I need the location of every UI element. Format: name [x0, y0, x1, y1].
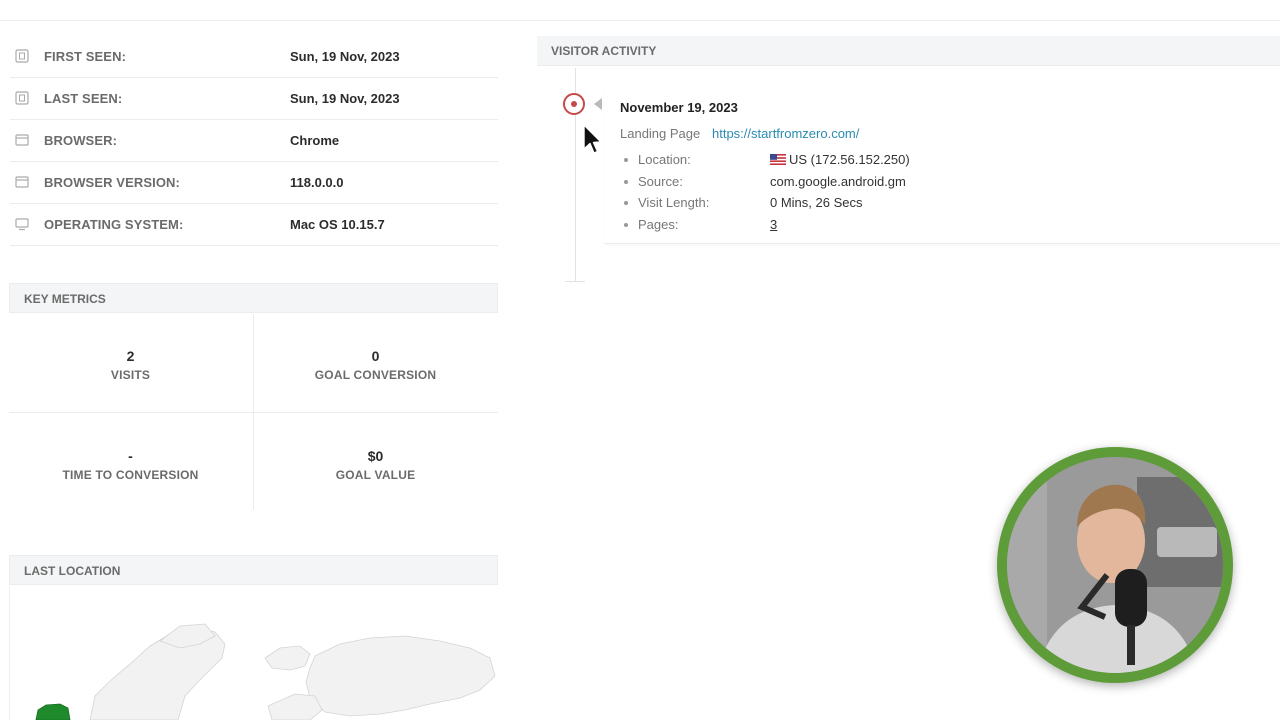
visitor-activity-header: VISITOR ACTIVITY — [537, 36, 1280, 66]
mouse-cursor-icon — [583, 124, 602, 154]
metric-time-to-conversion: - TIME TO CONVERSION — [9, 414, 252, 511]
us-highlight-region — [35, 703, 71, 721]
bullet — [624, 201, 628, 205]
activity-entry-card: November 19, 2023 Landing Page https://s… — [604, 89, 1280, 244]
stat-key: Pages: — [638, 216, 679, 232]
card-pointer — [594, 98, 602, 110]
stat-location: Location: US (172.56.152.250) — [620, 151, 1240, 173]
detail-label: LAST SEEN: — [44, 91, 123, 106]
activity-stats: Location: US (172.56.152.250) Source: co… — [620, 151, 1240, 237]
metric-value: - — [128, 448, 133, 464]
metrics-divider — [9, 412, 498, 413]
detail-row-first-seen: FIRST SEEN: Sun, 19 Nov, 2023 — [10, 36, 498, 78]
us-flag-icon — [770, 154, 786, 165]
key-metrics-grid: 2 VISITS 0 GOAL CONVERSION - TIME TO CON… — [9, 314, 498, 510]
detail-label: BROWSER VERSION: — [44, 175, 180, 190]
landing-page-link[interactable]: https://startfromzero.com/ — [712, 126, 859, 141]
detail-value: Chrome — [290, 133, 340, 148]
webcam-overlay — [997, 447, 1233, 683]
activity-date: November 19, 2023 — [620, 100, 738, 115]
presenter-video — [1007, 457, 1223, 673]
metric-value: 0 — [371, 348, 380, 364]
stat-visit-length: Visit Length: 0 Mins, 26 Secs — [620, 194, 1240, 216]
stat-value: US (172.56.152.250) — [770, 152, 910, 167]
last-location-header: LAST LOCATION — [9, 555, 498, 585]
metric-value: $0 — [367, 448, 384, 464]
stat-key: Location: — [638, 152, 691, 167]
calendar-icon — [15, 49, 29, 63]
bullet — [624, 222, 628, 227]
metric-label: GOAL CONVERSION — [314, 368, 437, 382]
landing-page-label: Landing Page — [620, 126, 701, 141]
calendar-icon — [15, 91, 29, 105]
detail-label: BROWSER: — [44, 133, 118, 148]
metric-goal-conversion: 0 GOAL CONVERSION — [254, 314, 497, 411]
bullet — [624, 179, 628, 184]
detail-label: OPERATING SYSTEM: — [44, 217, 184, 232]
detail-label: FIRST SEEN: — [44, 49, 126, 64]
timeline-end — [565, 281, 585, 282]
location-value: US (172.56.152.250) — [789, 152, 910, 167]
visitor-details: FIRST SEEN: Sun, 19 Nov, 2023 LAST SEEN:… — [10, 36, 498, 246]
browser-icon — [15, 134, 29, 146]
detail-value: Sun, 19 Nov, 2023 — [290, 49, 400, 64]
stat-value: 0 Mins, 26 Secs — [770, 195, 863, 210]
detail-value: 118.0.0.0 — [290, 175, 344, 190]
presenter-illustration — [1007, 457, 1223, 673]
bullet — [624, 158, 628, 162]
stat-key: Source: — [638, 173, 683, 189]
detail-row-browser-version: BROWSER VERSION: 118.0.0.0 — [10, 162, 498, 204]
stat-value: com.google.android.gm — [770, 173, 906, 189]
top-divider — [0, 20, 1280, 21]
world-map-graphic — [35, 623, 496, 721]
timeline-marker-icon[interactable] — [563, 93, 585, 115]
detail-row-operating-system: OPERATING SYSTEM: Mac OS 10.15.7 — [10, 204, 498, 246]
monitor-icon — [15, 218, 29, 231]
world-map[interactable] — [9, 586, 499, 721]
stat-source: Source: com.google.android.gm — [620, 173, 1240, 195]
stat-pages: Pages: 3 — [620, 216, 1240, 238]
metric-goal-value: $0 GOAL VALUE — [254, 414, 497, 511]
metric-value: 2 — [126, 348, 135, 364]
metric-label: TIME TO CONVERSION — [62, 468, 199, 482]
metric-label: GOAL VALUE — [335, 468, 416, 482]
pages-count-link[interactable]: 3 — [770, 217, 777, 232]
detail-row-browser: BROWSER: Chrome — [10, 120, 498, 162]
stat-key: Visit Length: — [638, 195, 710, 210]
key-metrics-header: KEY METRICS — [9, 283, 498, 313]
detail-value: Mac OS 10.15.7 — [290, 217, 385, 232]
metric-label: VISITS — [110, 368, 151, 382]
detail-value: Sun, 19 Nov, 2023 — [290, 91, 400, 106]
browser-icon — [15, 176, 29, 188]
detail-row-last-seen: LAST SEEN: Sun, 19 Nov, 2023 — [10, 78, 498, 120]
metric-visits: 2 VISITS — [9, 314, 252, 411]
